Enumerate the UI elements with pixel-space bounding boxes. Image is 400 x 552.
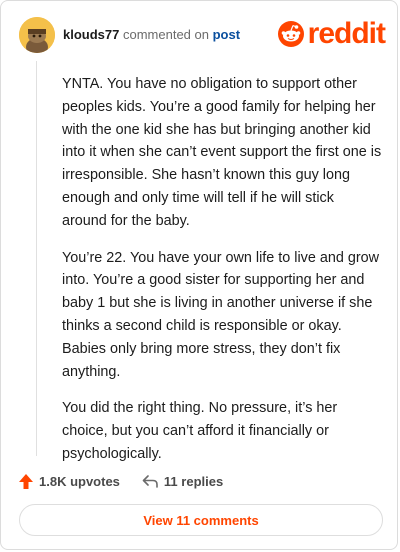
comment-paragraph: You did the right thing. No pressure, it… (62, 400, 338, 462)
replies-button[interactable]: 11 replies (142, 474, 223, 489)
snoo-avatar-icon (19, 17, 55, 53)
reddit-wordmark: reddit (307, 17, 386, 50)
reddit-snoo-icon (277, 21, 304, 47)
reply-count: 11 replies (163, 473, 224, 489)
view-comments-button[interactable]: View 11 comments (19, 504, 383, 536)
avatar[interactable] (19, 17, 55, 53)
comment-actions: 1.8K upvotes 11 replies (19, 471, 245, 491)
byline: klouds77 commented on post (63, 27, 240, 42)
comment-paragraph: You’re 22. You have your own life to liv… (62, 249, 380, 380)
comment-paragraph: YNTA. You have no obligation to support … (62, 76, 382, 229)
reddit-logo[interactable]: reddit (277, 17, 386, 51)
comment-body: YNTA. You have no obligation to support … (62, 73, 382, 480)
comment-card: klouds77 commented on post reddit YNTA. … (0, 0, 398, 550)
username-link[interactable]: klouds77 (63, 27, 119, 42)
byline-action: commented on (122, 27, 209, 42)
upvote-arrow-icon (19, 473, 33, 489)
upvote-count: 1.8K upvotes (39, 473, 120, 489)
thread-line (36, 61, 37, 456)
upvote-button[interactable]: 1.8K upvotes (19, 473, 120, 489)
comment-header: klouds77 commented on post reddit (19, 17, 386, 53)
post-link[interactable]: post (213, 27, 240, 42)
reply-arrow-icon (142, 474, 158, 488)
